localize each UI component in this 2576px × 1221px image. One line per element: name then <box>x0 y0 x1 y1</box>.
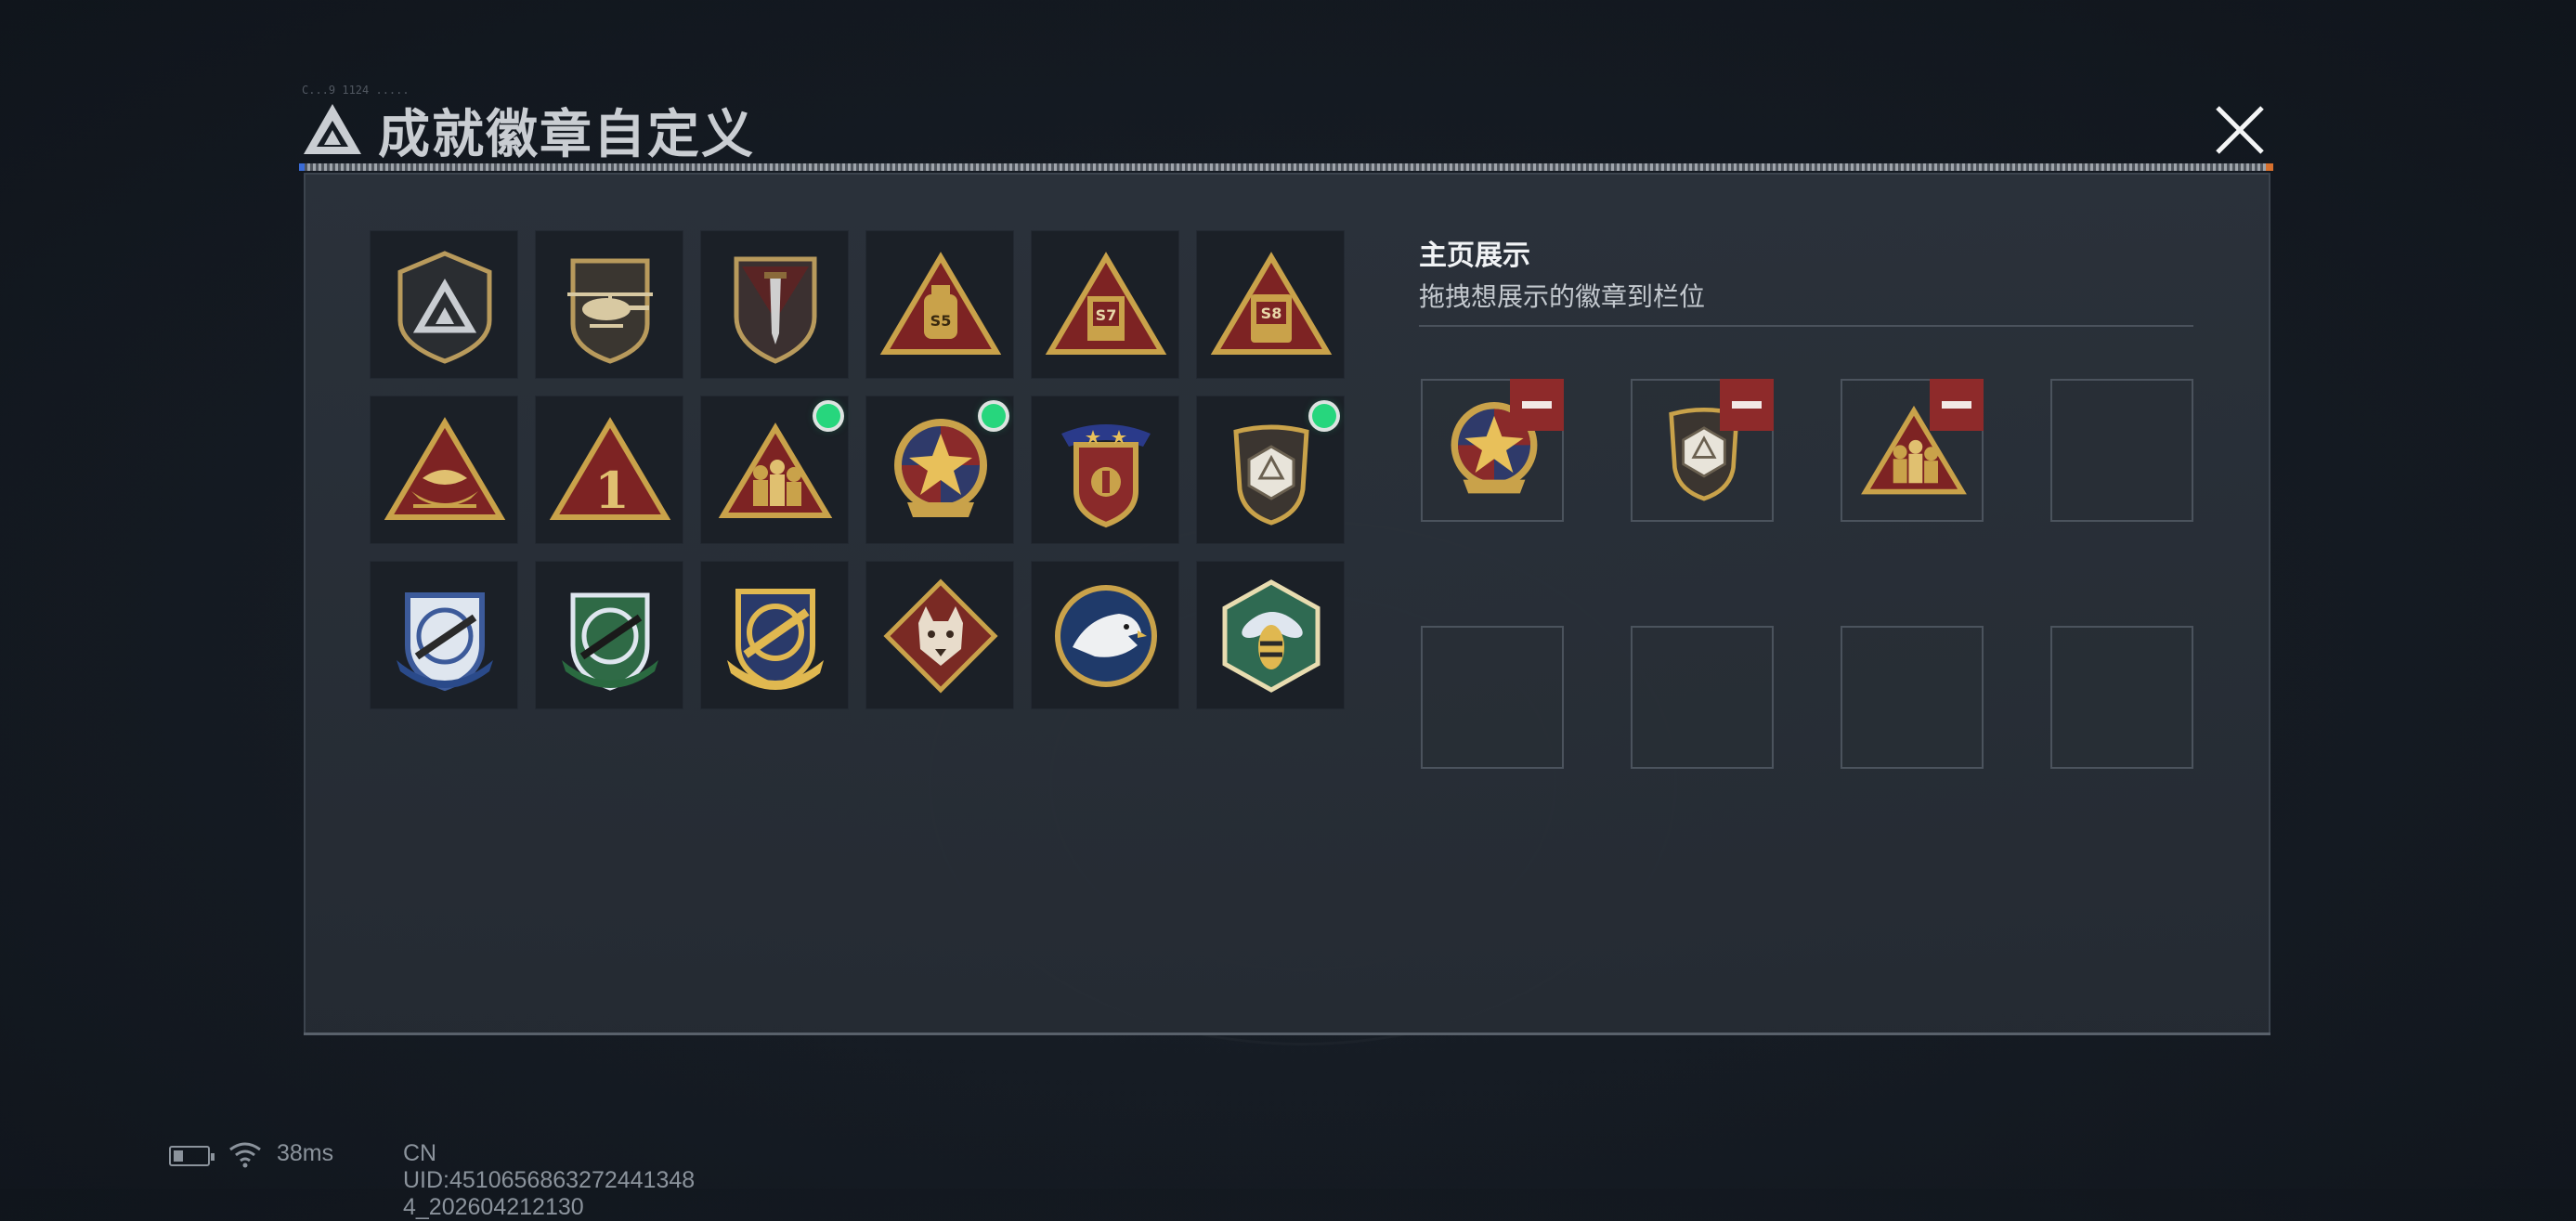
blue-rifle-crosshair-badge-icon <box>397 592 493 692</box>
showcase-slots <box>1421 379 2193 769</box>
s5-triangle-badge-icon: S5 <box>879 252 1002 355</box>
badge-cell[interactable]: S7 <box>1031 230 1179 379</box>
showcase-divider <box>1419 325 2193 327</box>
new-indicator-dot <box>1312 404 1336 428</box>
s8-label: S8 <box>1261 305 1282 322</box>
helicopter-shield-badge-icon <box>567 258 653 364</box>
showcase-slot-empty[interactable] <box>1841 626 1984 769</box>
showcase-slot-1[interactable] <box>1421 379 1564 522</box>
badge-cell[interactable] <box>1196 561 1345 709</box>
boat-triangle-badge-icon <box>384 417 506 520</box>
triangle-logo-shield-badge-icon <box>397 251 492 364</box>
badge-cell[interactable] <box>535 230 683 379</box>
stars-shield-badge-icon <box>1061 424 1151 528</box>
showcase-slot-empty[interactable] <box>2050 626 2193 769</box>
badge-grid: S5 S7 S8 1 <box>370 230 1345 709</box>
panel-bottom-border <box>304 1033 2270 1035</box>
badge-cell[interactable] <box>1031 396 1179 544</box>
badge-cell[interactable] <box>865 396 1014 544</box>
s7-triangle-badge-icon: S7 <box>1045 252 1167 355</box>
eagle-roundel-badge-icon <box>1055 585 1157 687</box>
badge-cell[interactable] <box>370 230 518 379</box>
dialog-header: C...9 1124 ..... 成就徽章自定义 <box>302 84 2270 165</box>
triangle-logo-icon <box>304 104 361 154</box>
badge-cell[interactable] <box>700 230 849 379</box>
badge-cell[interactable] <box>370 396 518 544</box>
dialog-title: 成就徽章自定义 <box>378 105 755 165</box>
badge-cell[interactable]: S5 <box>865 230 1014 379</box>
battery-icon <box>169 1146 215 1166</box>
hornet-hexagon-badge-icon <box>1222 579 1321 693</box>
header-divider <box>302 163 2272 171</box>
remove-badge-button[interactable] <box>1510 379 1564 431</box>
s8-triangle-badge-icon: S8 <box>1210 252 1333 355</box>
showcase-slot-empty[interactable] <box>1631 626 1774 769</box>
remove-badge-button[interactable] <box>1720 379 1774 431</box>
badge-cell[interactable] <box>700 561 849 709</box>
number-one-triangle-badge-icon: 1 <box>549 417 671 520</box>
header-accent-right <box>2266 163 2273 171</box>
showcase-subtitle: 拖拽想展示的徽章到栏位 <box>1419 282 1706 311</box>
badge-cell[interactable]: S8 <box>1196 230 1345 379</box>
header-accent-left <box>299 163 305 171</box>
dagger-shield-badge-icon <box>734 256 817 364</box>
badge-cell[interactable] <box>865 561 1014 709</box>
remove-badge-button[interactable] <box>1930 379 1984 431</box>
showcase-slot-3[interactable] <box>1841 379 1984 522</box>
badge-cell[interactable] <box>370 561 518 709</box>
wolf-diamond-badge-icon <box>883 578 998 694</box>
s5-label: S5 <box>930 312 952 330</box>
showcase-slot-2[interactable] <box>1631 379 1774 522</box>
new-indicator-dot <box>982 404 1006 428</box>
close-icon <box>2216 106 2264 154</box>
close-button[interactable] <box>2205 100 2275 162</box>
new-indicator-dot <box>816 404 840 428</box>
showcase-slot-empty[interactable] <box>2050 379 2193 522</box>
showcase-title: 主页展示 <box>1419 240 1530 271</box>
number-one-label: 1 <box>594 461 630 520</box>
uid-text: CN UID:4510656863272441348​4_20260421213… <box>403 1140 696 1220</box>
wifi-icon <box>229 1142 261 1168</box>
badge-cell[interactable] <box>1031 561 1179 709</box>
badge-cell[interactable]: 1 <box>535 396 683 544</box>
green-rifle-crosshair-badge-icon <box>562 592 658 691</box>
ping-text: 38ms <box>277 1140 334 1166</box>
badge-cell[interactable] <box>700 396 849 544</box>
showcase-slot-empty[interactable] <box>1421 626 1564 769</box>
badge-cell[interactable] <box>535 561 683 709</box>
gold-rifle-crosshair-badge-icon <box>727 589 824 690</box>
s7-label: S7 <box>1096 306 1117 324</box>
badge-cell[interactable] <box>1196 396 1345 544</box>
